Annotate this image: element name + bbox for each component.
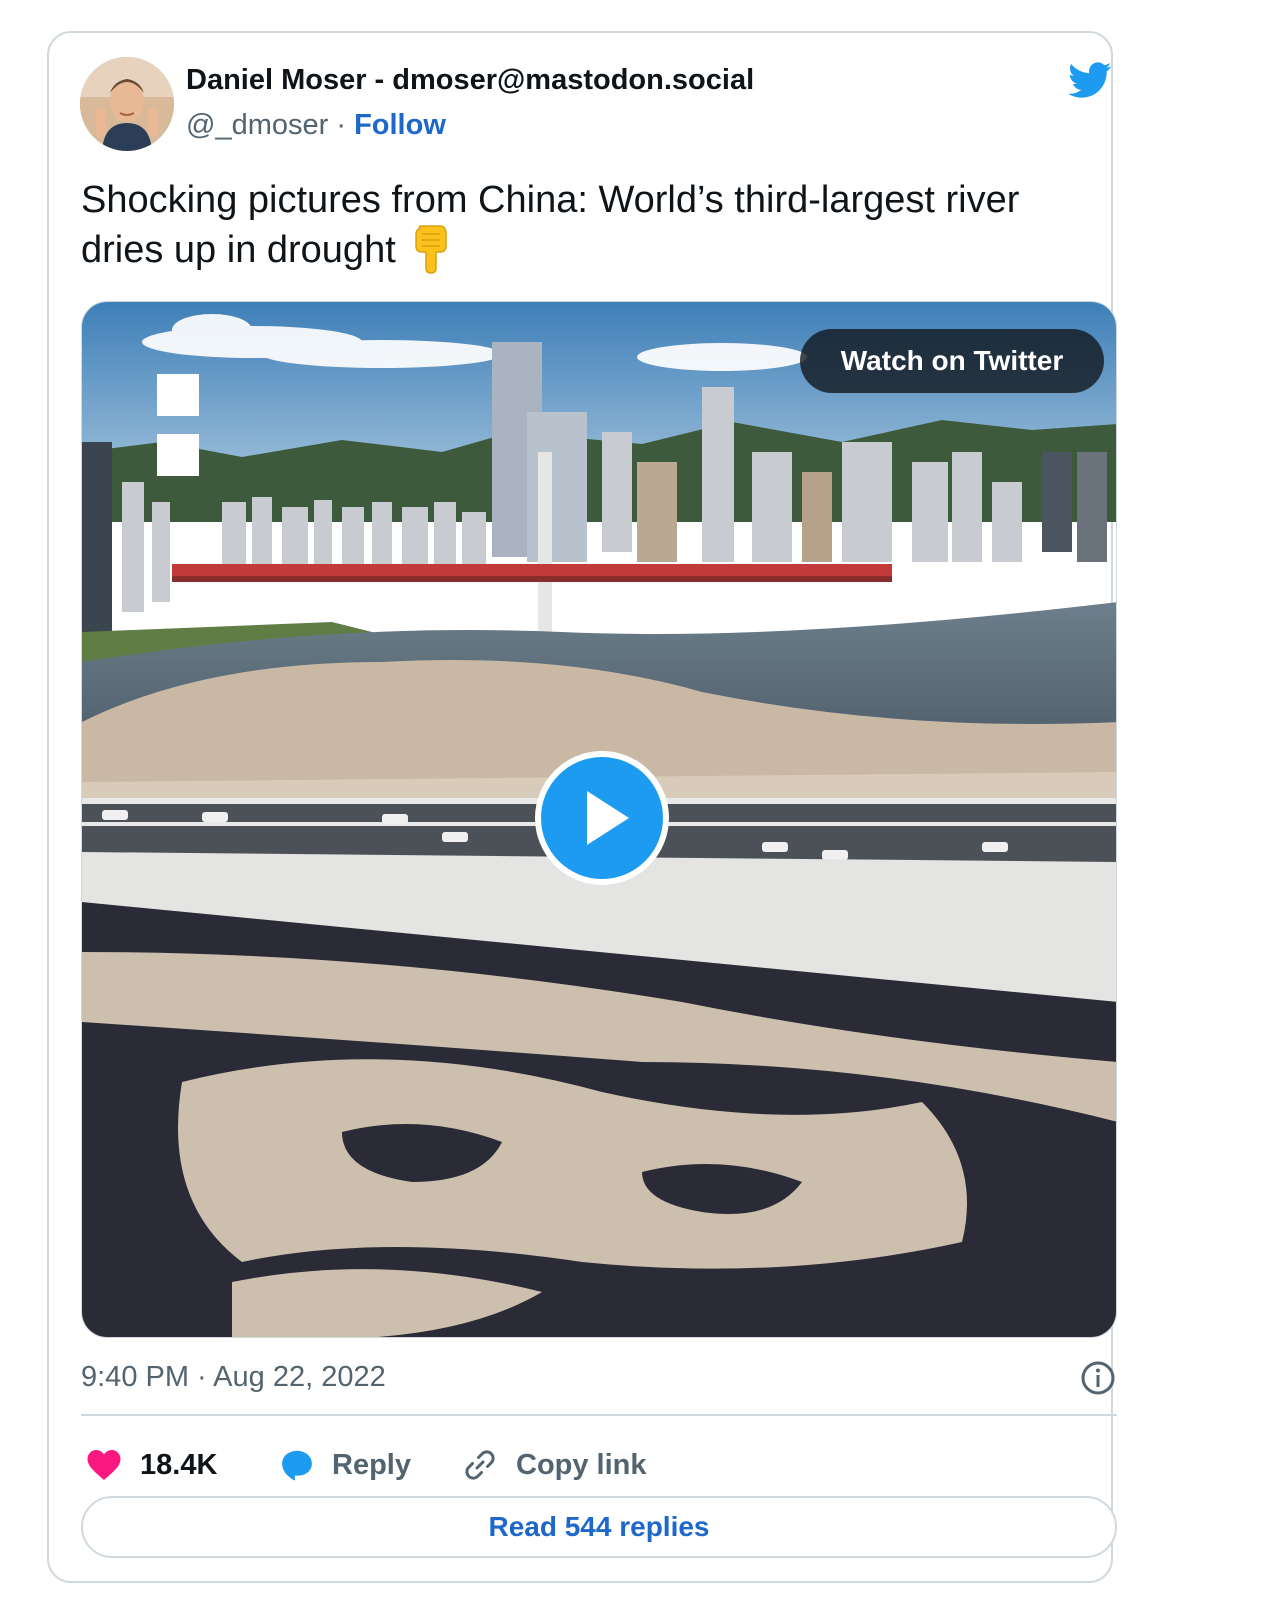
video-player[interactable]: Watch on Twitter [81,301,1117,1338]
tweet-body: Shocking pictures from China: World’s th… [81,179,1020,271]
backhand-index-pointing-down-icon [415,225,448,274]
read-replies-button[interactable]: Read 544 replies [81,1496,1117,1558]
like-button[interactable]: 18.4K [86,1440,217,1490]
actions-divider [81,1414,1117,1416]
link-icon [465,1450,495,1480]
tweet-text: Shocking pictures from China: World’s th… [81,176,1081,274]
avatar-photo [80,57,174,151]
author-avatar[interactable] [80,57,174,151]
play-icon [587,791,629,845]
reply-label: Reply [332,1448,411,1481]
reply-bubble-icon [282,1450,312,1481]
like-count: 18.4K [140,1448,218,1481]
copy-link-button[interactable]: Copy link [462,1440,647,1490]
author-handle-row: @_dmoser · Follow [186,109,446,142]
author-handle[interactable]: @_dmoser [186,109,328,141]
watch-on-twitter-button[interactable]: Watch on Twitter [800,329,1104,393]
play-button[interactable] [535,751,669,885]
tweet-timestamp[interactable]: 9:40 PM · Aug 22, 2022 [81,1361,386,1394]
info-icon[interactable] [1080,1360,1116,1396]
heart-icon [87,1450,121,1480]
copy-link-label: Copy link [516,1448,647,1481]
follow-link[interactable]: Follow [354,109,446,141]
reply-button[interactable]: Reply [280,1440,411,1490]
author-name[interactable]: Daniel Moser - dmoser@mastodon.social [186,64,754,97]
handle-separator: · [328,109,355,141]
twitter-bird-icon[interactable] [1066,58,1114,102]
